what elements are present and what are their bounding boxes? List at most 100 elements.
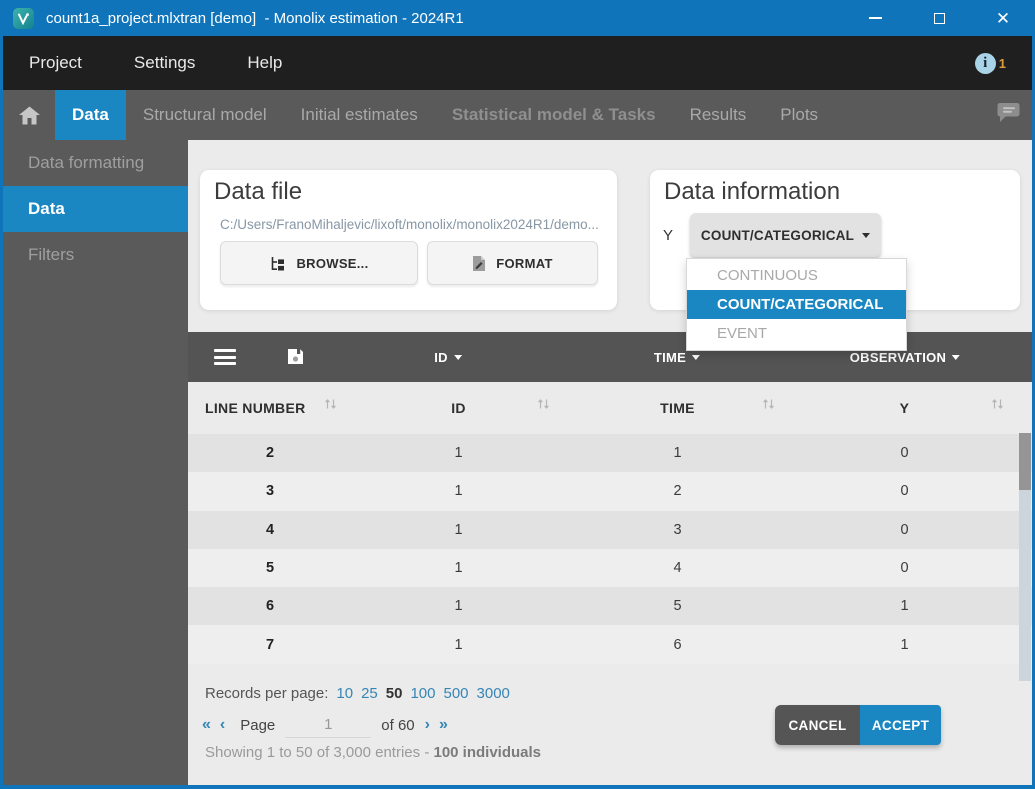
- option-continuous[interactable]: CONTINUOUS: [687, 261, 906, 290]
- caret-down-icon: [952, 355, 960, 360]
- header-id-label: ID: [451, 400, 466, 416]
- title-bar: count1a_project.mlxtran [demo] - Monolix…: [0, 0, 1035, 36]
- save-button[interactable]: [287, 348, 304, 370]
- records-option-50-selected[interactable]: 50: [386, 685, 403, 702]
- maximize-icon: [934, 13, 945, 24]
- close-button[interactable]: ✕: [971, 0, 1035, 36]
- records-per-page-label: Records per page:: [205, 685, 328, 702]
- maximize-button[interactable]: [907, 0, 971, 36]
- table-scrollbar[interactable]: [1019, 433, 1031, 681]
- table-row: 7 1 6 1: [188, 625, 1032, 663]
- page-input[interactable]: [285, 712, 371, 738]
- table-row: 4 1 3 0: [188, 511, 1032, 549]
- cell-line-number: 5: [188, 560, 352, 576]
- save-floppy-icon: [287, 348, 304, 365]
- page-label: Page: [240, 717, 275, 734]
- tab-statistical-model-tasks[interactable]: Statistical model & Tasks: [435, 90, 673, 140]
- tab-home[interactable]: [3, 90, 55, 140]
- sidebar: Data formatting Data Filters: [3, 140, 188, 785]
- format-button[interactable]: FORMAT: [427, 241, 598, 285]
- table-row: 6 1 5 1: [188, 587, 1032, 625]
- caret-down-icon: [692, 355, 700, 360]
- cell-time: 2: [565, 483, 790, 499]
- sidebar-item-filters[interactable]: Filters: [3, 232, 188, 278]
- sidebar-item-data-formatting[interactable]: Data formatting: [3, 140, 188, 186]
- cell-id: 1: [352, 483, 565, 499]
- records-option-3000[interactable]: 3000: [477, 685, 510, 702]
- cell-id: 1: [352, 598, 565, 614]
- header-time-label: TIME: [660, 400, 695, 416]
- sort-icon[interactable]: [537, 397, 550, 413]
- tab-structural-model[interactable]: Structural model: [126, 90, 284, 140]
- records-option-10[interactable]: 10: [336, 685, 353, 702]
- accept-button[interactable]: ACCEPT: [860, 705, 941, 745]
- caret-down-icon: [862, 233, 870, 238]
- header-time[interactable]: TIME: [565, 382, 790, 434]
- records-option-25[interactable]: 25: [361, 685, 378, 702]
- next-page-icon[interactable]: ›: [425, 716, 430, 734]
- column-tag-id-dropdown[interactable]: ID: [434, 332, 462, 382]
- menu-project[interactable]: Project: [3, 36, 108, 90]
- cell-id: 1: [352, 522, 565, 538]
- sidebar-item-data[interactable]: Data: [3, 186, 188, 232]
- cell-y: 0: [790, 483, 1019, 499]
- sort-icon[interactable]: [324, 397, 337, 413]
- sort-icon[interactable]: [991, 397, 1004, 413]
- data-file-path: C:/Users/FranoMihaljevic/lixoft/monolix/…: [220, 217, 603, 232]
- tab-data[interactable]: Data: [55, 90, 126, 140]
- format-document-icon: [472, 255, 486, 272]
- feedback-button[interactable]: [996, 101, 1021, 129]
- cell-time: 5: [565, 598, 790, 614]
- first-page-icon[interactable]: «: [202, 716, 211, 734]
- prev-page-icon[interactable]: ‹: [220, 716, 225, 734]
- minimize-button[interactable]: [843, 0, 907, 36]
- header-id[interactable]: ID: [352, 382, 565, 434]
- tab-plots[interactable]: Plots: [763, 90, 835, 140]
- window-border: [0, 36, 3, 789]
- format-button-label: FORMAT: [496, 256, 552, 271]
- option-count-categorical[interactable]: COUNT/CATEGORICAL: [687, 290, 906, 319]
- browse-button-label: BROWSE...: [296, 256, 368, 271]
- caret-down-icon: [454, 355, 462, 360]
- browse-button[interactable]: BROWSE...: [220, 241, 418, 285]
- cell-y: 0: [790, 522, 1019, 538]
- scrollbar-thumb[interactable]: [1019, 433, 1031, 490]
- option-event[interactable]: EVENT: [687, 319, 906, 348]
- main-tab-bar: Data Structural model Initial estimates …: [3, 90, 1032, 140]
- column-tag-time-label: TIME: [654, 350, 686, 365]
- cell-y: 0: [790, 560, 1019, 576]
- header-y-label: Y: [900, 400, 910, 416]
- cell-time: 3: [565, 522, 790, 538]
- last-page-icon[interactable]: »: [439, 716, 448, 734]
- table-body: 2 1 1 0 3 1 2 0 4 1 3 0 5 1 4 0: [188, 434, 1032, 664]
- records-option-500[interactable]: 500: [444, 685, 469, 702]
- table-row: 5 1 4 0: [188, 549, 1032, 587]
- records-per-page: Records per page: 10 25 50 100 500 3000: [205, 685, 510, 702]
- pagination: « ‹ Page of 60 › »: [202, 712, 457, 738]
- cell-time: 6: [565, 637, 790, 653]
- cell-line-number: 6: [188, 598, 352, 614]
- tab-initial-estimates[interactable]: Initial estimates: [284, 90, 435, 140]
- sort-icon[interactable]: [762, 397, 775, 413]
- content-area: Data file C:/Users/FranoMihaljevic/lixof…: [188, 140, 1032, 785]
- cell-y: 0: [790, 445, 1019, 461]
- cancel-button[interactable]: CANCEL: [775, 705, 860, 745]
- notification-area[interactable]: i 1: [975, 53, 1006, 74]
- monolix-window: count1a_project.mlxtran [demo] - Monolix…: [0, 0, 1035, 789]
- tab-results[interactable]: Results: [673, 90, 764, 140]
- hamburger-icon: [214, 349, 236, 352]
- browse-tree-icon: [269, 256, 286, 271]
- table-row: 3 1 2 0: [188, 472, 1032, 510]
- menu-settings[interactable]: Settings: [108, 36, 221, 90]
- menu-help[interactable]: Help: [221, 36, 308, 90]
- header-y[interactable]: Y: [790, 382, 1019, 434]
- observation-type-dropdown[interactable]: COUNT/CATEGORICAL: [690, 213, 881, 257]
- cell-y: 1: [790, 637, 1019, 653]
- table-menu-button[interactable]: [214, 349, 236, 369]
- table-row: 2 1 1 0: [188, 434, 1032, 472]
- header-line-number[interactable]: LINE NUMBER: [188, 382, 352, 434]
- column-tag-observation-label: OBSERVATION: [850, 350, 946, 365]
- records-option-100[interactable]: 100: [410, 685, 435, 702]
- cell-time: 4: [565, 560, 790, 576]
- table-header-row: LINE NUMBER ID TIME Y: [188, 382, 1032, 434]
